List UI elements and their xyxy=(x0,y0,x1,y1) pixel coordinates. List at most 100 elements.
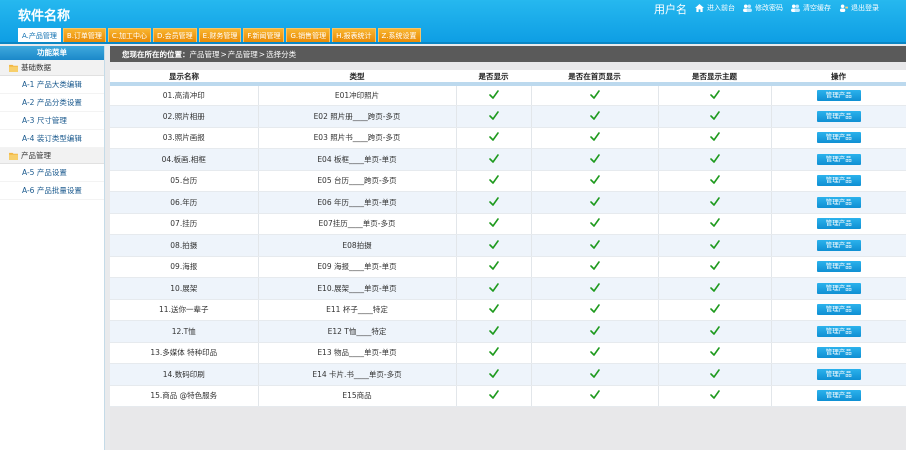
show-theme-cell xyxy=(658,127,772,149)
manage-products-button[interactable]: 管理产品 xyxy=(816,110,861,122)
breadcrumb-separator: > xyxy=(220,49,227,59)
action-cell: 管理产品 xyxy=(771,277,906,300)
manage-products-button[interactable]: 管理产品 xyxy=(816,196,861,208)
checkmark-icon xyxy=(589,390,600,400)
tab-processing-center[interactable]: C.加工中心 xyxy=(107,28,152,42)
username-label: 用户名 xyxy=(654,3,687,16)
table-row: 04.板画.相框 E04 板框____单页-单页 管理产品 xyxy=(110,148,906,171)
show-theme-cell xyxy=(658,105,772,128)
show-on-homepage-cell xyxy=(531,84,659,106)
type-cell: E01冲印照片 xyxy=(258,84,457,106)
clear-cache-link[interactable]: 清空缓存 xyxy=(791,3,831,13)
sidebar-item-binding-type-edit[interactable]: A-4 装订类型编辑 xyxy=(0,130,104,148)
sidebar-group-basic-data[interactable]: 基础数据 xyxy=(0,60,104,76)
manage-products-button[interactable]: 管理产品 xyxy=(816,175,861,187)
breadcrumb-item: 选择分类 xyxy=(266,49,297,59)
table-body: 01.高清冲印 E01冲印照片 管理产品 02.照片相册 E02 照片册____跨页-多… xyxy=(110,84,906,407)
show-on-homepage-cell xyxy=(531,213,659,235)
checkmark-icon xyxy=(589,304,600,314)
manage-products-button[interactable]: 管理产品 xyxy=(816,239,861,251)
change-password-label: 修改密码 xyxy=(755,4,783,12)
action-cell: 管理产品 xyxy=(771,191,906,214)
manage-products-button[interactable]: 管理产品 xyxy=(816,347,861,359)
checkmark-icon xyxy=(589,218,600,228)
checkmark-icon xyxy=(589,132,600,142)
manage-products-button[interactable]: 管理产品 xyxy=(816,304,861,316)
sidebar: 功能菜单 基础数据 A-1 产品大类编辑 A-2 产品分类设置 A-3 尺寸管理… xyxy=(0,46,105,450)
action-cell: 管理产品 xyxy=(771,170,906,192)
tab-report-statistics[interactable]: H.报表统计 xyxy=(332,28,376,42)
type-cell: E02 照片册____跨页-多页 xyxy=(258,105,457,128)
table-header-row: 显示名称 类型 是否显示 是否在首页显示 是否显示主题 操作 xyxy=(110,70,906,86)
manage-products-button[interactable]: 管理产品 xyxy=(816,390,861,402)
breadcrumb-item[interactable]: 产品管理 xyxy=(228,49,258,60)
manage-products-button[interactable]: 管理产品 xyxy=(816,261,861,273)
is-visible-cell xyxy=(456,299,532,321)
manage-products-button[interactable]: 管理产品 xyxy=(816,368,861,380)
logout-link[interactable]: 退出登录 xyxy=(839,3,879,13)
checkmark-icon xyxy=(589,175,600,185)
show-theme-cell xyxy=(658,320,772,343)
sidebar-item-category-settings[interactable]: A-2 产品分类设置 xyxy=(0,94,104,112)
table-row: 14.数码印刷 E14 卡片.书____单页-多页 管理产品 xyxy=(110,363,906,386)
top-links: 进入前台 修改密码 清空缓存 退出登录 xyxy=(695,3,879,13)
show-theme-cell xyxy=(658,84,772,106)
logout-label: 退出登录 xyxy=(851,4,879,12)
checkmark-icon xyxy=(589,347,600,357)
action-cell: 管理产品 xyxy=(771,234,906,257)
sidebar-item-category-edit[interactable]: A-1 产品大类编辑 xyxy=(0,76,104,94)
type-cell: E14 卡片.书____单页-多页 xyxy=(258,363,457,386)
tab-order-management[interactable]: B.订单管理 xyxy=(62,28,106,42)
action-cell: 管理产品 xyxy=(771,299,906,321)
tab-finance-management[interactable]: E.财务管理 xyxy=(198,28,242,42)
top-header: 软件名称 用户名 进入前台 修改密码 清空缓存 退出登录 A.产品管理 B.订单… xyxy=(0,0,906,44)
front-page-link[interactable]: 进入前台 xyxy=(695,3,735,13)
checkmark-icon xyxy=(488,90,499,99)
manage-products-button[interactable]: 管理产品 xyxy=(816,132,861,144)
display-name-cell: 02.照片相册 xyxy=(110,105,259,128)
action-cell: 管理产品 xyxy=(771,363,906,386)
type-cell: E05 台历____跨页-多页 xyxy=(258,170,457,192)
checkmark-icon xyxy=(709,390,720,400)
sidebar-item-size-management[interactable]: A-3 尺寸管理 xyxy=(0,112,104,130)
manage-products-button[interactable]: 管理产品 xyxy=(816,90,861,101)
tab-news-management[interactable]: F.新闻管理 xyxy=(243,28,285,42)
show-on-homepage-cell xyxy=(531,127,659,149)
checkmark-icon xyxy=(589,325,600,335)
breadcrumb-separator: > xyxy=(258,49,266,59)
manage-products-button[interactable]: 管理产品 xyxy=(816,282,861,294)
column-header: 类型 xyxy=(258,70,456,86)
type-cell: E11 杯子____特定 xyxy=(258,299,457,321)
show-theme-cell xyxy=(658,299,772,321)
display-name-cell: 07.挂历 xyxy=(110,213,259,235)
breadcrumb-item[interactable]: 产品管理 xyxy=(190,49,220,60)
action-cell: 管理产品 xyxy=(771,84,906,106)
action-cell: 管理产品 xyxy=(771,213,906,235)
change-password-link[interactable]: 修改密码 xyxy=(743,3,783,13)
sidebar-item-product-settings[interactable]: A-5 产品设置 xyxy=(0,164,104,182)
folder-icon xyxy=(9,152,18,160)
tab-member-management[interactable]: D.会员管理 xyxy=(153,28,197,42)
checkmark-icon xyxy=(488,261,499,271)
table-row: 06.年历 E06 年历____单页-单页 管理产品 xyxy=(110,191,906,214)
manage-products-button[interactable]: 管理产品 xyxy=(816,153,861,165)
show-on-homepage-cell xyxy=(531,105,659,128)
tab-product-management[interactable]: A.产品管理 xyxy=(18,28,61,42)
is-visible-cell xyxy=(456,256,532,278)
is-visible-cell xyxy=(456,148,532,171)
display-name-cell: 13.多媒体 特种印品 xyxy=(110,342,259,364)
action-cell: 管理产品 xyxy=(771,320,906,343)
checkmark-icon xyxy=(709,153,720,163)
tab-sales-management[interactable]: G.销售管理 xyxy=(286,28,331,42)
is-visible-cell xyxy=(456,234,532,257)
column-header: 是否显示 xyxy=(456,70,531,86)
manage-products-button[interactable]: 管理产品 xyxy=(816,325,861,337)
manage-products-button[interactable]: 管理产品 xyxy=(816,218,861,230)
users-icon xyxy=(791,4,800,12)
action-cell: 管理产品 xyxy=(771,148,906,171)
sidebar-group-product-management[interactable]: 产品管理 xyxy=(0,148,104,164)
tab-system-settings[interactable]: Z.系统设置 xyxy=(377,28,421,42)
checkmark-icon xyxy=(488,304,499,314)
sidebar-item-product-batch-settings[interactable]: A-6 产品批量设置 xyxy=(0,182,104,200)
show-on-homepage-cell xyxy=(531,342,659,364)
